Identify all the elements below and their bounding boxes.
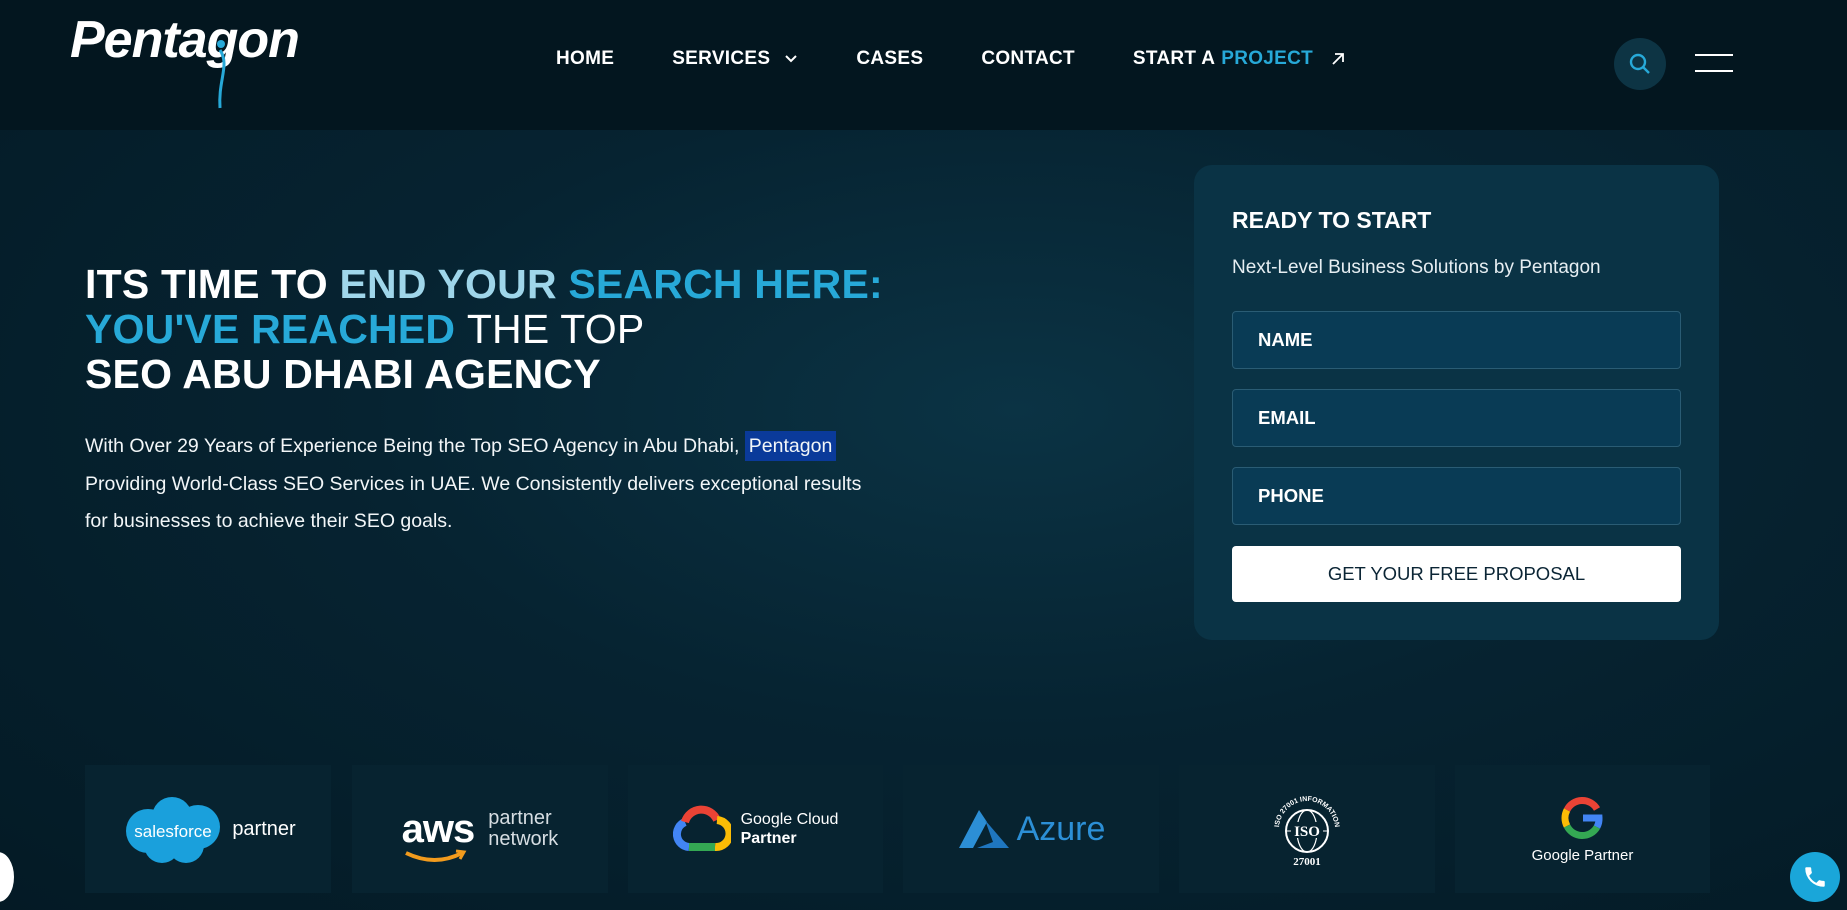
google-partner-logo: Google Partner <box>1531 795 1634 864</box>
get-proposal-button[interactable]: GET YOUR FREE PROPOSAL <box>1232 546 1681 602</box>
hero-desc-highlight: Pentagon <box>744 431 837 461</box>
gcloud-line2: Partner <box>740 830 797 847</box>
menu-line <box>1695 70 1733 72</box>
hero-desc-after: Providing World-Class SEO Services in UA… <box>85 472 862 533</box>
partner-azure: Azure <box>903 765 1159 893</box>
arrow-up-right-icon <box>1332 53 1344 65</box>
email-input[interactable] <box>1232 389 1681 447</box>
nav-services-label: SERVICES <box>672 48 771 69</box>
chat-widget-button[interactable] <box>0 852 14 902</box>
hero-title: ITS TIME TO END YOUR SEARCH HERE: YOU'VE… <box>85 262 1045 397</box>
name-input[interactable] <box>1232 311 1681 369</box>
nav-contact-label: CONTACT <box>981 48 1075 69</box>
salesforce-logo-text: salesforce <box>135 822 212 841</box>
azure-logo-icon <box>958 810 1009 848</box>
aws-partner-network-label: partner network <box>488 808 558 850</box>
nav-project-prefix: START A <box>1132 48 1216 69</box>
logo-figure-icon <box>217 40 226 109</box>
aws-logo-text: aws <box>401 806 476 851</box>
gcloud-line1: Google Cloud <box>740 811 839 828</box>
hamburger-menu-button[interactable] <box>1695 52 1735 74</box>
nav-home[interactable]: HOME <box>556 48 614 70</box>
partner-iso: ISO 27001 INFORMATION SECURITY ISO 27001 <box>1179 765 1435 893</box>
proposal-form-card: READY TO START Next-Level Business Solut… <box>1194 165 1719 640</box>
nav-cases-label: CASES <box>856 48 924 69</box>
google-cloud-label: Google Cloud Partner <box>741 810 839 848</box>
google-cloud-icon <box>672 805 731 851</box>
hero-title-part1: ITS TIME TO <box>85 261 328 307</box>
phone-input[interactable] <box>1232 467 1681 525</box>
search-icon <box>1629 53 1650 74</box>
nav-home-label: HOME <box>556 48 615 69</box>
hero-title-part2: END YOUR <box>339 261 557 307</box>
form-title: READY TO START <box>1232 207 1432 233</box>
hero-title-part5: SEO ABU DHABI AGENCY <box>85 351 601 397</box>
hero-title-part4: THE TOP <box>466 306 645 352</box>
nav-contact[interactable]: CONTACT <box>981 48 1075 70</box>
nav-project-accent: PROJECT <box>1221 48 1314 69</box>
site-header: Pentagon HOME SERVICES CASES CONTACT STA… <box>0 0 1847 130</box>
aws-mark: aws <box>401 806 476 862</box>
partner-salesforce: salesforce partner <box>85 765 331 893</box>
iso-27001-badge-icon: ISO 27001 INFORMATION SECURITY ISO 27001 <box>1267 789 1340 868</box>
partner-google: Google Partner <box>1455 765 1710 893</box>
nav-start-project[interactable]: START A PROJECT <box>1133 48 1345 70</box>
salesforce-partner-label: partner <box>232 817 296 840</box>
partner-google-cloud: Google Cloud Partner <box>628 765 883 893</box>
hero-description: With Over 29 Years of Experience Being t… <box>85 428 885 541</box>
nav-cases[interactable]: CASES <box>856 48 923 70</box>
aws-line2: network <box>488 828 559 850</box>
salesforce-cloud-icon: salesforce <box>126 797 221 863</box>
chevron-down-icon <box>785 55 798 63</box>
menu-line <box>1695 54 1733 56</box>
partner-aws: aws partner network <box>352 765 608 893</box>
google-g-icon <box>1562 796 1603 839</box>
iso-label: ISO <box>1294 824 1320 840</box>
azure-label: Azure <box>1016 809 1106 848</box>
call-button[interactable] <box>1790 852 1840 902</box>
iso-number: 27001 <box>1293 856 1321 868</box>
nav-services[interactable]: SERVICES <box>672 48 798 70</box>
pentagon-logo[interactable]: Pentagon <box>70 10 300 110</box>
form-subtitle: Next-Level Business Solutions by Pentago… <box>1232 257 1601 278</box>
aws-line1: partner <box>488 807 552 829</box>
phone-icon <box>1805 867 1825 887</box>
google-partner-label: Google Partner <box>1531 846 1634 864</box>
main-nav: HOME SERVICES CASES CONTACT START A PROJ… <box>556 48 1403 70</box>
aws-smile-icon <box>404 849 467 862</box>
aws-logo: aws partner network <box>401 806 558 862</box>
search-button[interactable] <box>1614 38 1666 90</box>
hero-desc-before: With Over 29 Years of Experience Being t… <box>85 435 740 457</box>
